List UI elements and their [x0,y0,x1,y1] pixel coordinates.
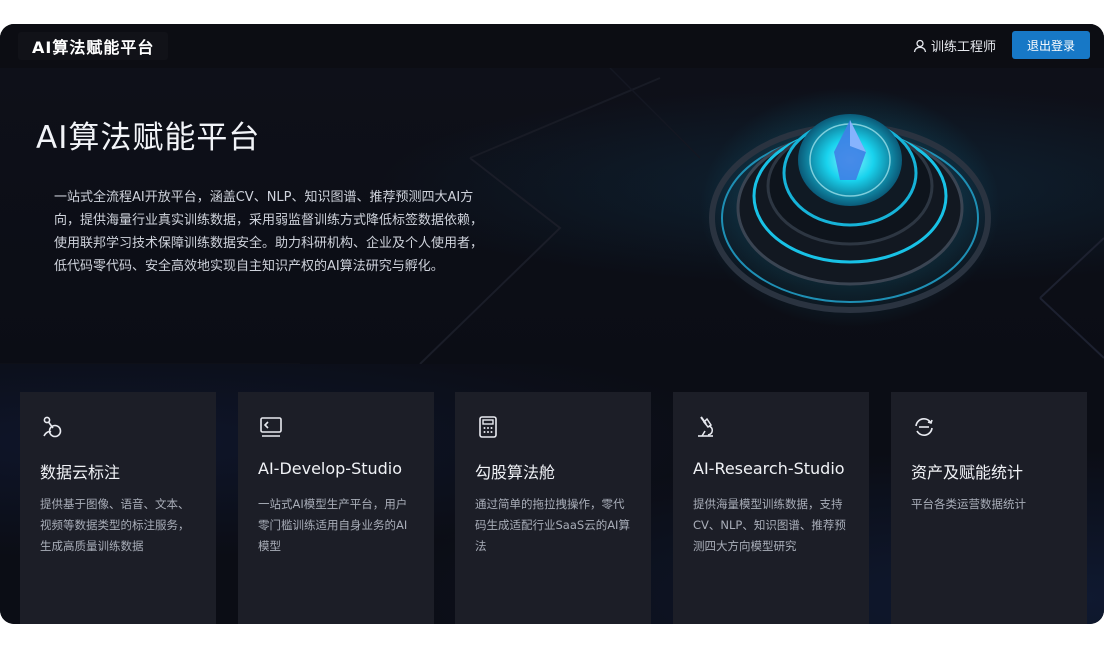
code-terminal-icon [260,417,282,437]
app-window: AI算法赋能平台 训练工程师 退出登录 AI算法赋能平台 一站式全流程AI开放平… [0,24,1104,624]
hero-banner: AI算法赋能平台 一站式全流程AI开放平台，涵盖CV、NLP、知识图谱、推荐预测… [0,68,1104,364]
card-description: 平台各类运营数据统计 [911,497,1026,511]
user-menu[interactable]: 训练工程师 [913,36,996,55]
card-ai-develop-studio[interactable]: AI-Develop-Studio 一站式AI模型生产平台，用户零门槛训练适用自… [238,392,434,624]
brand-logo[interactable]: AI算法赋能平台 [18,32,169,60]
card-title: 资产及赋能统计 [911,463,1024,482]
card-description: 通过简单的拖拉拽操作，零代码生成适配行业SaaS云的AI算法 [475,497,630,553]
sync-icon [915,418,933,436]
microscope-icon [698,416,713,437]
card-gougu-algorithm[interactable]: 勾股算法舱 通过简单的拖拉拽操作，零代码生成适配行业SaaS云的AI算法 [455,392,651,624]
card-title: 数据云标注 [40,463,121,482]
card-title: 勾股算法舱 [475,463,556,482]
logout-button[interactable]: 退出登录 [1012,31,1090,59]
card-title: AI-Research-Studio [693,459,845,478]
hero-description: 一站式全流程AI开放平台，涵盖CV、NLP、知识图谱、推荐预测四大AI方向，提供… [54,190,484,274]
card-description: 提供海量模型训练数据，支持CV、NLP、知识图谱、推荐预测四大方向模型研究 [693,497,846,553]
card-data-labeling[interactable]: 数据云标注 提供基于图像、语音、文本、视频等数据类型的标注服务，生成高质量训练数… [20,392,216,624]
user-icon [913,39,927,52]
ai-core-illustration [700,88,1000,328]
feature-cards: 数据云标注 提供基于图像、语音、文本、视频等数据类型的标注服务，生成高质量训练数… [0,364,1104,624]
top-bar: AI算法赋能平台 训练工程师 退出登录 [0,24,1104,68]
card-title: AI-Develop-Studio [258,459,403,478]
brand-title: AI算法赋能平台 [32,38,155,57]
calculator-icon [479,416,497,438]
data-label-icon [43,416,62,438]
card-description: 提供基于图像、语音、文本、视频等数据类型的标注服务，生成高质量训练数据 [40,497,190,553]
user-name: 训练工程师 [930,40,996,55]
card-description: 一站式AI模型生产平台，用户零门槛训练适用自身业务的AI模型 [258,497,408,553]
hero-title: AI算法赋能平台 [36,120,261,156]
card-asset-statistics[interactable]: 资产及赋能统计 平台各类运营数据统计 [891,392,1087,624]
card-ai-research-studio[interactable]: AI-Research-Studio 提供海量模型训练数据，支持CV、NLP、知… [673,392,869,624]
